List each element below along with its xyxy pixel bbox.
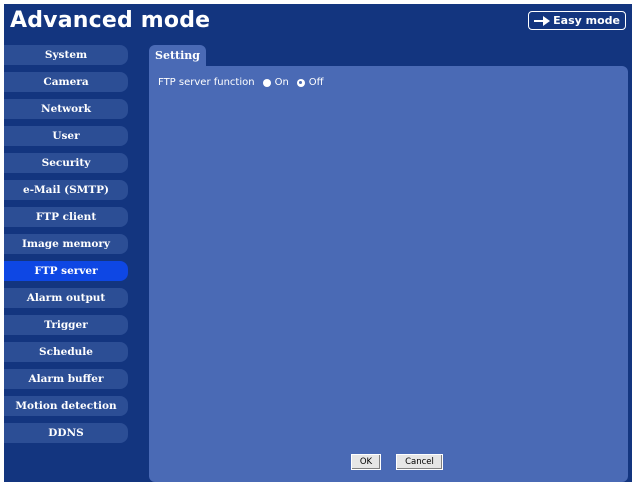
sidebar-item-system[interactable]: System (4, 45, 128, 65)
app-frame: Advanced mode Easy mode System Camera Ne… (4, 4, 632, 482)
sidebar-item-alarm-buffer[interactable]: Alarm buffer (4, 369, 128, 389)
sidebar-item-alarm-output[interactable]: Alarm output (4, 288, 128, 308)
sidebar-item-ftp-client[interactable]: FTP client (4, 207, 128, 227)
easy-mode-label: Easy mode (553, 14, 620, 27)
ftp-server-off-label[interactable]: Off (309, 77, 324, 88)
sidebar-item-motion-detection[interactable]: Motion detection (4, 396, 128, 416)
arrow-right-icon (534, 15, 551, 26)
sidebar-item-user[interactable]: User (4, 126, 128, 146)
ftp-server-off-radio[interactable] (296, 78, 305, 87)
sidebar-item-trigger[interactable]: Trigger (4, 315, 128, 335)
sidebar-item-network[interactable]: Network (4, 99, 128, 119)
ftp-server-function-row: FTP server function On Off (158, 77, 324, 88)
sidebar-item-camera[interactable]: Camera (4, 72, 128, 92)
easy-mode-button[interactable]: Easy mode (528, 11, 626, 30)
tab-setting[interactable]: Setting (149, 45, 206, 66)
ftp-server-function-label: FTP server function (158, 77, 255, 88)
cancel-button[interactable]: Cancel (396, 454, 443, 470)
sidebar-item-image-memory[interactable]: Image memory (4, 234, 128, 254)
sidebar-item-ddns[interactable]: DDNS (4, 423, 128, 443)
ftp-server-on-label[interactable]: On (275, 77, 289, 88)
page-title: Advanced mode (10, 8, 211, 33)
sidebar-item-security[interactable]: Security (4, 153, 128, 173)
settings-panel: FTP server function On Off OK Cancel (149, 66, 628, 482)
sidebar-item-email-smtp[interactable]: e-Mail (SMTP) (4, 180, 128, 200)
ok-button[interactable]: OK (351, 454, 381, 470)
sidebar-item-schedule[interactable]: Schedule (4, 342, 128, 362)
ftp-server-on-radio[interactable] (262, 78, 271, 87)
sidebar-item-ftp-server[interactable]: FTP server (4, 261, 128, 281)
